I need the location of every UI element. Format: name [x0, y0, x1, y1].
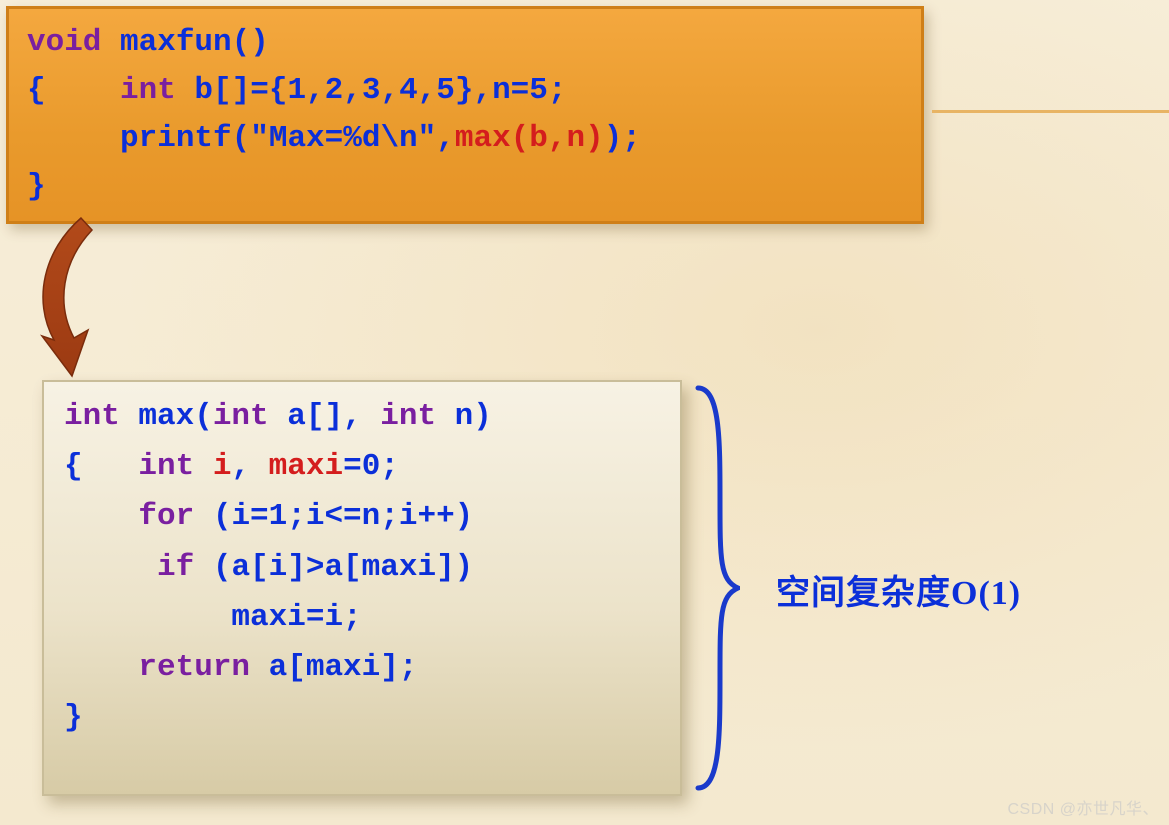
code-line: { int i, maxi=0;: [64, 442, 662, 492]
code-line: }: [64, 693, 662, 743]
code-line: return a[maxi];: [64, 643, 662, 693]
fn-name: maxfun(): [101, 25, 268, 60]
arrow-icon: [26, 212, 146, 382]
code-line: if (a[i]>a[maxi]): [64, 543, 662, 593]
code-line: maxi=i;: [64, 593, 662, 643]
kw-void: void: [27, 25, 101, 60]
call-max: max(b,n): [455, 121, 604, 156]
watermark: CSDN @亦世凡华、: [1007, 795, 1159, 819]
code-box-max: int max(int a[], int n) { int i, maxi=0;…: [42, 380, 682, 796]
code-line: int max(int a[], int n): [64, 392, 662, 442]
code-line: void maxfun(): [27, 19, 903, 67]
slide: void maxfun() { int b[]={1,2,3,4,5},n=5;…: [0, 0, 1169, 825]
code-line: printf("Max=%d\n",max(b,n));: [27, 115, 903, 163]
horizontal-rule: [932, 110, 1169, 113]
code-box-maxfun: void maxfun() { int b[]={1,2,3,4,5},n=5;…: [6, 6, 924, 224]
code-line: }: [27, 163, 903, 211]
annotation-complexity: 空间复杂度O(1): [776, 565, 1021, 614]
code-line: for (i=1;i<=n;i++): [64, 492, 662, 542]
kw-int: int: [120, 73, 176, 108]
brace-icon: [690, 380, 740, 796]
code-line: { int b[]={1,2,3,4,5},n=5;: [27, 67, 903, 115]
